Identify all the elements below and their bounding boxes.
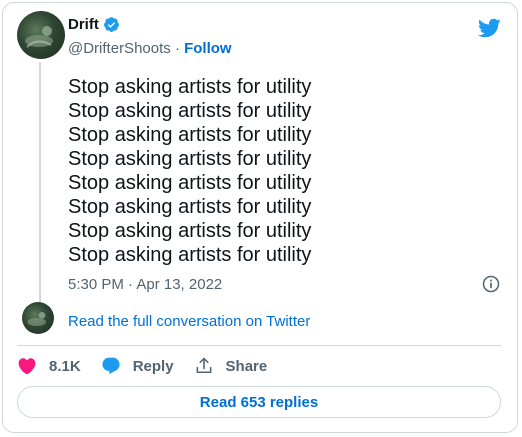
read-conversation-link[interactable]: Read the full conversation on Twitter <box>68 313 310 330</box>
tweet-line: Stop asking artists for utility <box>68 148 312 170</box>
author-handle-row: @DrifterShoots · Follow <box>68 40 232 57</box>
tweet-line: Stop asking artists for utility <box>68 220 312 242</box>
separator-dot: · <box>174 40 185 57</box>
like-button[interactable]: 8.1K <box>17 356 81 376</box>
thread-line <box>39 62 41 302</box>
tweet-text: Stop asking artists for utility Stop ask… <box>68 75 311 267</box>
like-count: 8.1K <box>49 357 81 375</box>
author-name-row: Drift <box>68 16 120 33</box>
author-name[interactable]: Drift <box>68 16 99 33</box>
share-icon <box>196 357 212 374</box>
share-label: Share <box>225 357 268 375</box>
action-bar: 8.1K Reply Share <box>17 355 287 377</box>
read-replies-button[interactable]: Read 653 replies <box>17 386 501 418</box>
reply-bubble-icon <box>102 357 120 375</box>
tweet-line: Stop asking artists for utility <box>68 172 312 194</box>
tweet-line: Stop asking artists for utility <box>68 196 312 218</box>
tweet-line: Stop asking artists for utility <box>68 100 312 122</box>
reply-label: Reply <box>132 357 174 375</box>
conversation-avatar <box>22 302 54 334</box>
tweet-timestamp[interactable]: 5:30 PM · Apr 13, 2022 <box>68 276 222 293</box>
heart-icon <box>18 358 36 375</box>
author-handle[interactable]: @DrifterShoots <box>68 40 171 57</box>
author-avatar[interactable] <box>17 11 65 59</box>
tweet-line: Stop asking artists for utility <box>68 244 312 266</box>
tweet-line: Stop asking artists for utility <box>68 124 312 146</box>
divider <box>17 345 501 346</box>
info-icon[interactable] <box>481 274 501 294</box>
share-button[interactable]: Share <box>194 356 268 376</box>
follow-button[interactable]: Follow <box>184 40 232 57</box>
twitter-bird-icon[interactable] <box>477 16 501 40</box>
reply-button[interactable]: Reply <box>101 356 174 376</box>
tweet-line: Stop asking artists for utility <box>68 76 312 98</box>
verified-badge-icon <box>103 17 119 32</box>
